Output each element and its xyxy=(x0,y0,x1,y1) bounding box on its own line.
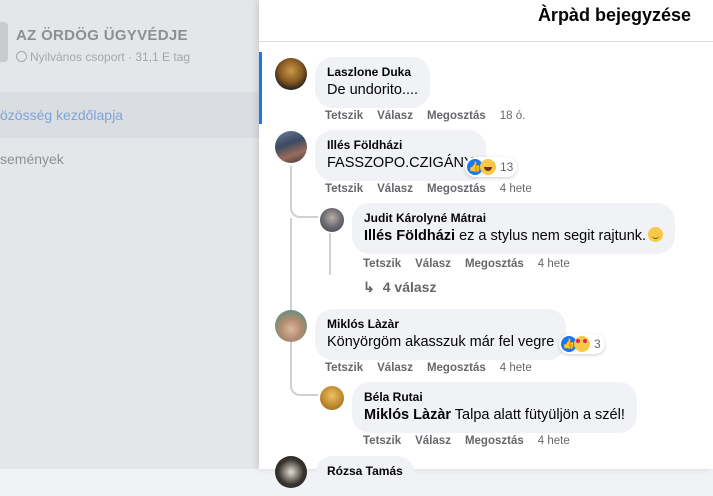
share-button[interactable]: Megosztás xyxy=(427,110,486,122)
reply-text: ez a stylus nem segit rajtunk. xyxy=(455,228,647,244)
comment-text: De undorito.... xyxy=(327,82,419,98)
share-button[interactable]: Megosztás xyxy=(465,435,524,447)
comment-author[interactable]: Béla Rutai xyxy=(364,389,625,405)
sidebar-item-events[interactable]: semények xyxy=(0,151,64,167)
avatar[interactable] xyxy=(275,58,307,90)
comment-actions: Tetszik Válasz Megosztás 4 hete xyxy=(363,435,584,447)
like-button[interactable]: Tetszik xyxy=(325,110,363,122)
haha-icon xyxy=(480,159,496,175)
post-panel: Àrpàd bejegyzése Laszlone Duka De undori… xyxy=(259,0,713,496)
comment-author[interactable]: Laszlone Duka xyxy=(327,64,418,80)
comment-bubble: Laszlone Duka De undorito.... xyxy=(315,57,431,108)
comment-text: FASSZOPO.CZIGÁNY xyxy=(327,155,474,171)
mention-link[interactable]: Illés Földházi xyxy=(364,228,455,244)
reply-arrow-icon: ↳ xyxy=(363,279,375,295)
reply-button[interactable]: Válasz xyxy=(415,258,451,270)
reply-bubble: Judit Károlyné Mátrai Illés Földházi ez … xyxy=(352,203,676,254)
avatar[interactable] xyxy=(275,456,307,488)
view-more-replies-button[interactable]: ↳ 4 válasz xyxy=(363,279,436,296)
comment-timestamp[interactable]: 18 ó. xyxy=(500,110,526,122)
avatar[interactable] xyxy=(320,386,344,410)
avatar[interactable] xyxy=(275,310,307,342)
like-button[interactable]: Tetszik xyxy=(325,362,363,374)
comment-actions: Tetszik Válasz Megosztás 4 hete xyxy=(325,183,546,195)
group-meta-text: Nyilvános csoport · 31,1 E tag xyxy=(30,50,191,64)
reply-bubble: Béla Rutai Miklós Làzàr Talpa alatt füty… xyxy=(352,382,637,433)
comment-timestamp[interactable]: 4 hete xyxy=(538,258,570,270)
comment-text: Miklós Làzàr Talpa alatt fütyüljön a szé… xyxy=(364,405,625,425)
avatar[interactable] xyxy=(320,208,344,232)
reaction-summary[interactable]: 👍 3 xyxy=(559,334,605,354)
reply-button[interactable]: Válasz xyxy=(377,183,413,195)
comment-actions: Tetszik Válasz Megosztás 4 hete xyxy=(325,362,546,374)
share-button[interactable]: Megosztás xyxy=(465,258,524,270)
comment-author[interactable]: Illés Földházi xyxy=(327,137,474,153)
sidebar-item-home[interactable]: özösség kezdőlapja xyxy=(0,107,123,123)
avatar[interactable] xyxy=(275,131,307,163)
reaction-count: 3 xyxy=(594,337,601,351)
like-button[interactable]: Tetszik xyxy=(363,435,401,447)
comment-bubble: Miklós Làzàr Könyörgöm akasszuk már fel … xyxy=(315,309,567,360)
comment-bubble: Rózsa Tamás xyxy=(315,456,415,496)
panel-divider xyxy=(259,41,713,42)
reply-button[interactable]: Válasz xyxy=(377,110,413,122)
reply-button[interactable]: Válasz xyxy=(377,362,413,374)
group-name[interactable]: AZ ÖRDÖG ÜGYVÉDJE xyxy=(16,27,188,44)
comment-timestamp[interactable]: 4 hete xyxy=(538,435,570,447)
upside-down-face-icon xyxy=(648,227,664,242)
comment-timestamp[interactable]: 4 hete xyxy=(500,183,532,195)
comment-actions: Tetszik Válasz Megosztás 4 hete xyxy=(363,258,584,270)
thread-line xyxy=(290,166,318,218)
group-logo xyxy=(0,22,8,62)
like-button[interactable]: Tetszik xyxy=(363,258,401,270)
reply-text: Talpa alatt fütyüljön a szél! xyxy=(451,407,625,423)
mention-link[interactable]: Miklós Làzàr xyxy=(364,407,451,423)
reaction-count: 13 xyxy=(500,160,514,174)
share-button[interactable]: Megosztás xyxy=(427,183,486,195)
comment-author[interactable]: Miklós Làzàr xyxy=(327,316,554,332)
more-replies-label: 4 válasz xyxy=(382,279,437,295)
group-meta: Nyilvános csoport · 31,1 E tag xyxy=(16,50,190,64)
comment-author[interactable]: Rózsa Tamás xyxy=(327,463,403,479)
thread-line xyxy=(290,344,318,396)
thread-line xyxy=(329,233,331,275)
panel-title: Àrpàd bejegyzése xyxy=(537,5,691,25)
comment-bubble: Illés Földházi FASSZOPO.CZIGÁNY xyxy=(315,130,486,181)
globe-icon xyxy=(16,51,27,62)
reaction-summary[interactable]: 👍 13 xyxy=(465,157,518,177)
comment-timestamp[interactable]: 4 hete xyxy=(500,362,532,374)
share-button[interactable]: Megosztás xyxy=(427,362,486,374)
reply-button[interactable]: Válasz xyxy=(415,435,451,447)
highlighted-comment-bar xyxy=(259,52,262,124)
comment-author[interactable]: Judit Károlyné Mátrai xyxy=(364,210,663,226)
love-icon xyxy=(574,336,590,352)
comment-actions: Tetszik Válasz Megosztás 18 ó. xyxy=(325,110,539,122)
comment-text: Illés Földházi ez a stylus nem segit raj… xyxy=(364,226,664,246)
comment-text: Könyörgöm akasszuk már fel vegre xyxy=(327,334,555,350)
like-button[interactable]: Tetszik xyxy=(325,183,363,195)
